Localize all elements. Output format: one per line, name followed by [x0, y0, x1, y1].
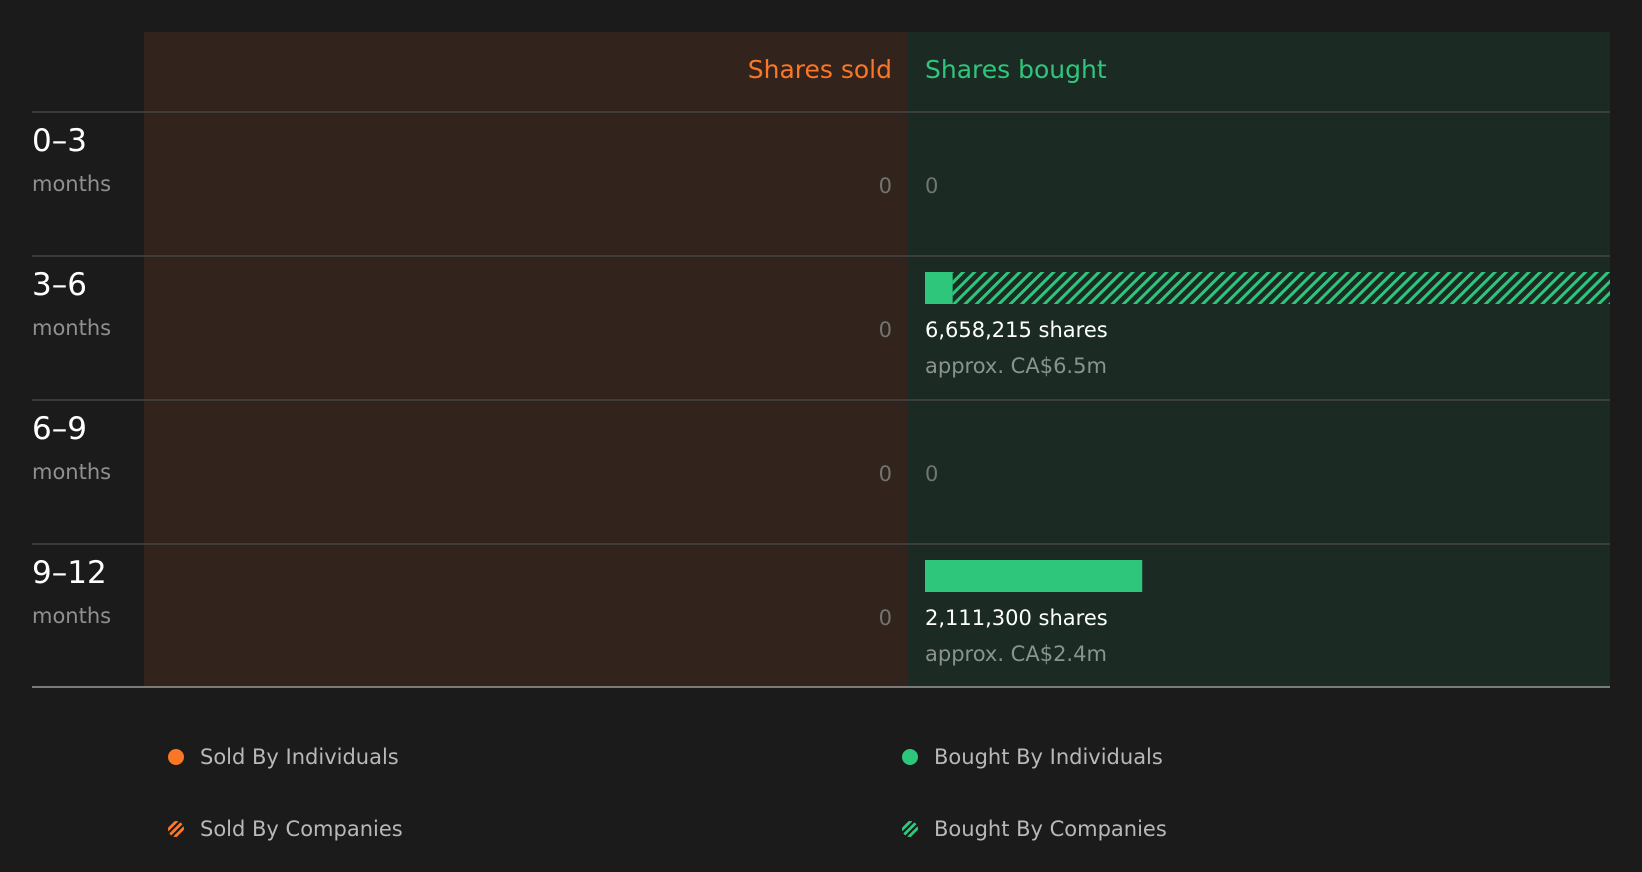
legend-item-bought-individuals: Bought By Individuals: [902, 742, 1163, 772]
bought-value-label: approx. CA$6.5m: [925, 354, 1107, 378]
period-unit-label: months: [32, 604, 111, 628]
bought-value-label: approx. CA$2.4m: [925, 642, 1107, 666]
legend-label: Bought By Individuals: [934, 745, 1163, 769]
sold-individuals-swatch: [168, 749, 184, 765]
period-range-label: 9–12: [32, 555, 107, 591]
sold-panel-background: [144, 32, 908, 687]
period-range-label: 6–9: [32, 411, 87, 447]
bought-zero-value: 0: [925, 462, 938, 486]
sold-zero-value: 0: [879, 318, 892, 342]
bought-companies-bar: [952, 272, 1610, 304]
period-unit-label: months: [32, 316, 111, 340]
period-unit-label: months: [32, 172, 111, 196]
bought-individuals-bar: [925, 560, 1143, 592]
bought-individuals-bar: [925, 272, 953, 304]
period-unit-label: months: [32, 460, 111, 484]
legend-label: Sold By Individuals: [200, 745, 399, 769]
legend-label: Bought By Companies: [934, 817, 1167, 841]
bought-companies-swatch: [902, 821, 918, 837]
bought-individuals-swatch: [902, 749, 918, 765]
sold-companies-swatch: [168, 821, 184, 837]
period-range-label: 3–6: [32, 267, 87, 303]
bought-shares-label: 2,111,300 shares: [925, 606, 1108, 630]
sold-zero-value: 0: [879, 174, 892, 198]
period-range-label: 0–3: [32, 123, 87, 159]
legend-label: Sold By Companies: [200, 817, 403, 841]
bought-zero-value: 0: [925, 174, 938, 198]
sold-zero-value: 0: [879, 606, 892, 630]
legend-item-sold-individuals: Sold By Individuals: [168, 742, 399, 772]
bought-shares-label: 6,658,215 shares: [925, 318, 1108, 342]
shares-bought-header: Shares bought: [925, 55, 1107, 84]
legend-item-sold-companies: Sold By Companies: [168, 814, 403, 844]
legend-item-bought-companies: Bought By Companies: [902, 814, 1167, 844]
sold-zero-value: 0: [879, 462, 892, 486]
shares-sold-header: Shares sold: [748, 55, 892, 84]
